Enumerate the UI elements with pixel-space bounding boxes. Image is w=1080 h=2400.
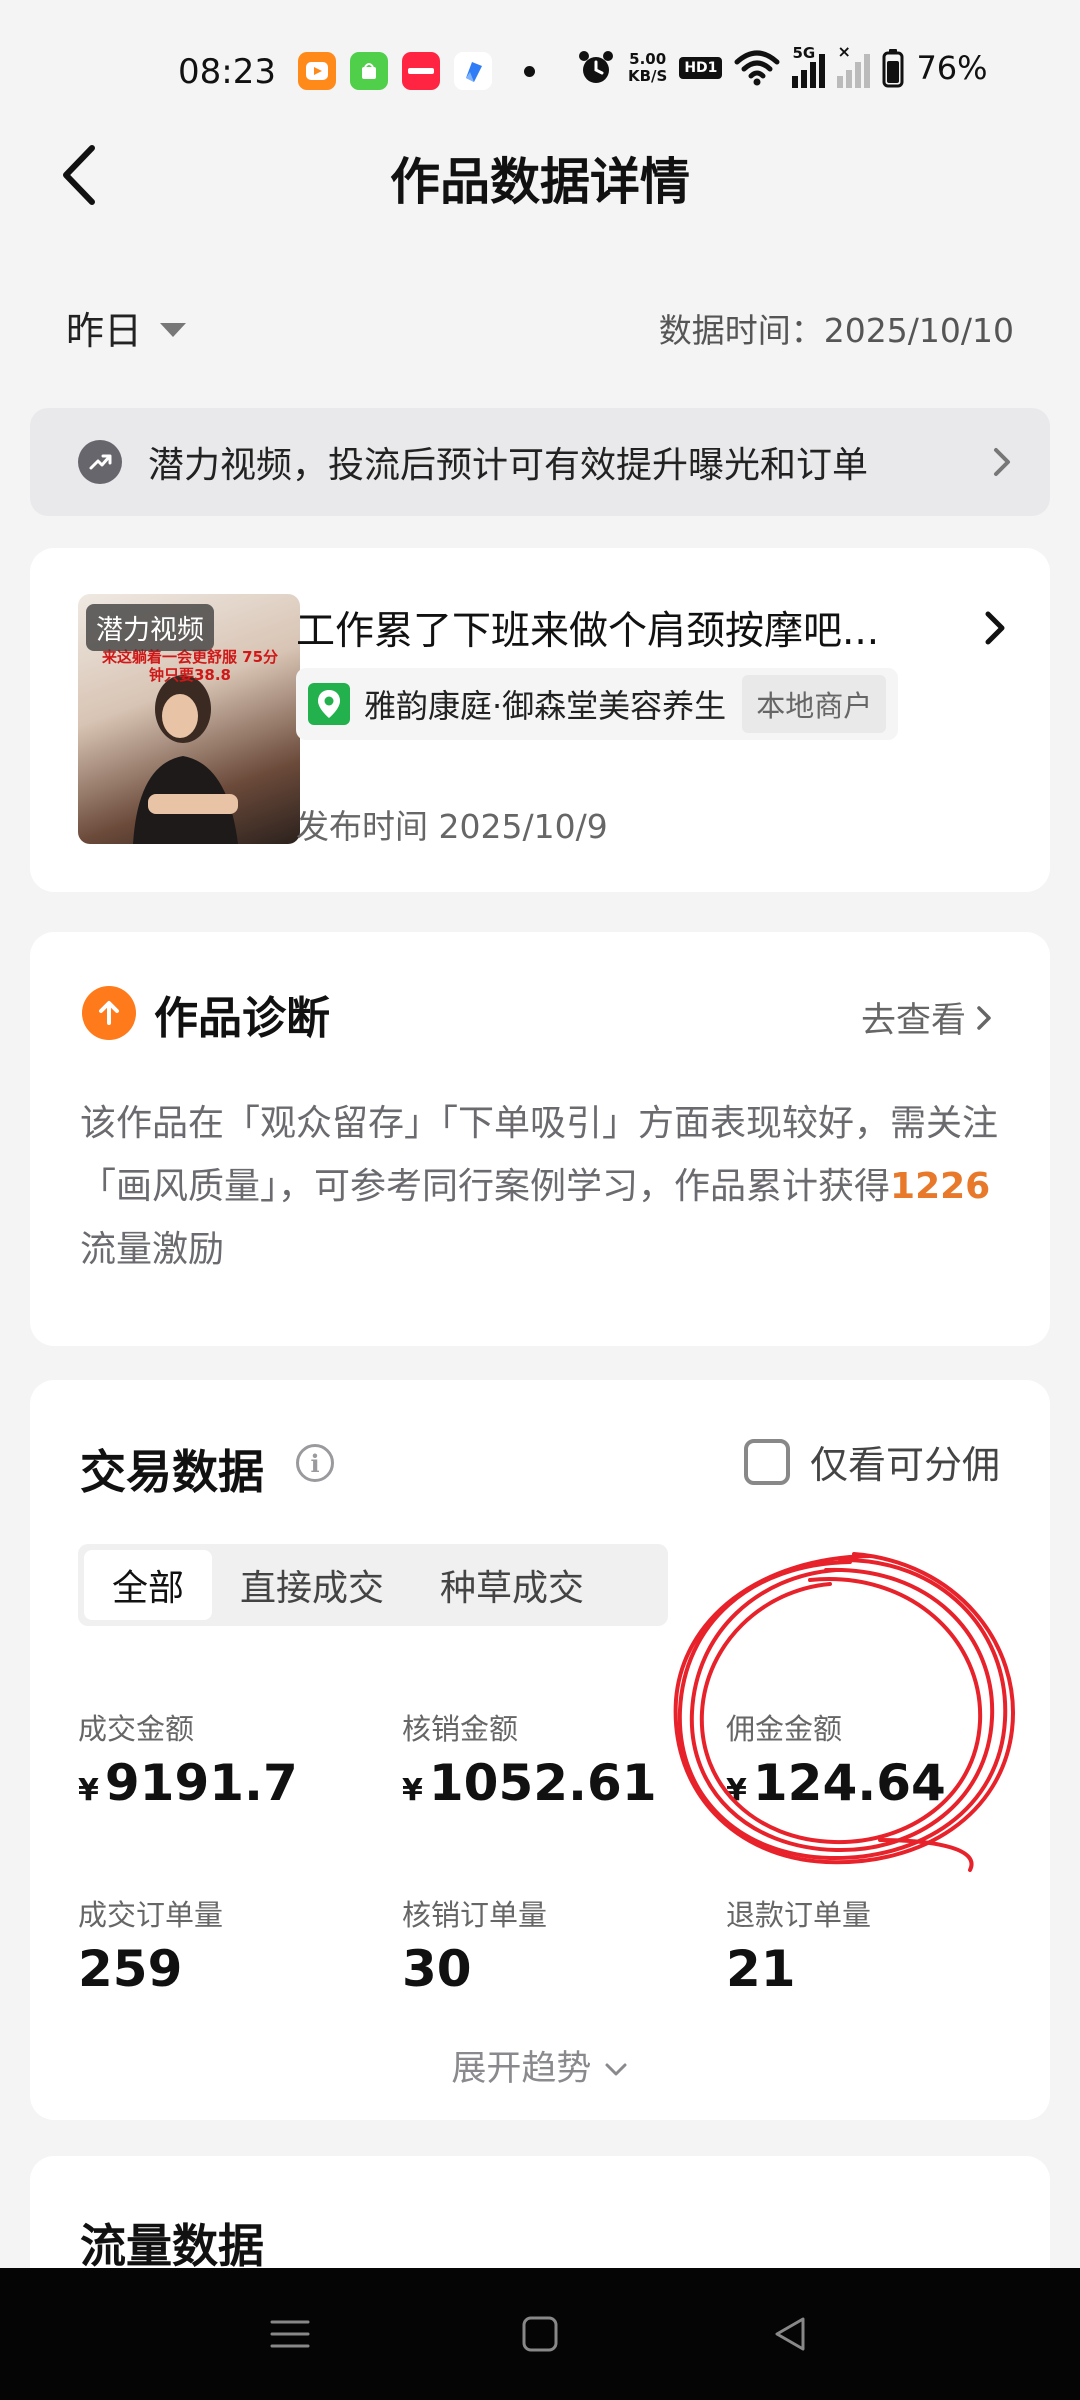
commission-only-checkbox[interactable]: 仅看可分佣	[743, 1434, 1000, 1489]
arrow-up-icon	[82, 986, 136, 1040]
currency-symbol: ¥	[402, 1773, 423, 1808]
banner-text: 潜力视频，投流后预计可有效提升曝光和订单	[148, 445, 869, 486]
metric-label: 成交金额	[78, 1712, 195, 1746]
diagnosis-text: 该作品在「观众留存」「下单吸引」方面表现较好，需关注「画风质量」，可参考同行案例…	[80, 1103, 999, 1207]
diagnosis-title: 作品诊断	[154, 993, 330, 1044]
page-title: 作品数据详情	[390, 153, 690, 211]
diagnosis-text-suffix: 流量激励	[80, 1229, 225, 1270]
poi-location[interactable]: 雅韵康庭·御森堂美容养生 本地商户	[296, 668, 899, 740]
status-bar: 08:23 5.00 KB/S HD1 5G × 76%	[0, 0, 1080, 140]
trade-title: 交易数据	[80, 1445, 264, 1499]
status-app-icons	[298, 52, 535, 90]
alarm-icon	[579, 51, 613, 83]
battery-percent: 76%	[916, 49, 988, 87]
home-square-icon	[522, 2316, 558, 2352]
traffic-title: 流量数据	[80, 2219, 264, 2273]
period-dropdown[interactable]: 昨日	[66, 300, 187, 355]
menu-nav-button[interactable]	[260, 2304, 320, 2364]
metric-commission: 佣金金额 ¥124.64	[726, 1706, 1026, 1812]
tab-all[interactable]: 全部	[84, 1550, 213, 1620]
potential-video-banner[interactable]: 潜力视频，投流后预计可有效提升曝光和订单	[30, 408, 1050, 516]
metric-refund-orders: 退款订单量 21	[726, 1892, 1026, 1998]
period-label: 昨日	[66, 309, 143, 353]
metric-redeemed-amount: 核销金额 ¥1052.61	[402, 1706, 702, 1812]
trend-up-icon	[78, 440, 122, 484]
blue-app-icon	[454, 52, 492, 90]
chevron-down-icon	[605, 2063, 627, 2076]
traffic-incentive-count: 1226	[890, 1166, 991, 1207]
metric-value-row: ¥124.64	[726, 1754, 1026, 1812]
diagnosis-link-label: 去查看	[860, 1001, 966, 1041]
network-speed-unit: KB/S	[628, 67, 668, 85]
currency-symbol: ¥	[726, 1773, 747, 1808]
metric-label: 佣金金额	[726, 1712, 843, 1746]
metric-label: 核销金额	[402, 1712, 519, 1746]
expand-trend-label: 展开趋势	[451, 2049, 592, 2089]
network-speed: 5.00 KB/S	[628, 51, 667, 85]
thumbnail-tag: 潜力视频	[86, 604, 214, 651]
caret-down-icon	[160, 322, 187, 337]
publish-time: 发布时间 2025/10/9	[296, 807, 608, 846]
checkbox-icon	[743, 1438, 790, 1485]
trade-data-card: 交易数据 i 仅看可分佣 全部 直接成交 种草成交 成交金额 ¥9191.7 核…	[30, 1380, 1050, 2120]
back-nav-button[interactable]	[760, 2304, 820, 2364]
signal-5g-icon: 5G	[792, 44, 826, 88]
person-image-icon	[133, 675, 238, 844]
notification-dot-icon	[524, 65, 535, 77]
signal-5g-label: 5G	[792, 44, 816, 62]
currency-symbol: ¥	[78, 1773, 99, 1808]
metric-redeemed-orders: 核销订单量 30	[402, 1892, 702, 1998]
trade-tabs: 全部 直接成交 种草成交	[78, 1544, 668, 1626]
metric-label: 成交订单量	[78, 1898, 224, 1932]
metric-value-row: ¥1052.61	[402, 1754, 702, 1812]
status-right-group: 5.00 KB/S HD1 5G × 76%	[576, 42, 988, 88]
location-pin-icon	[308, 683, 350, 725]
metric-gmv: 成交金额 ¥9191.7	[78, 1706, 378, 1812]
metric-value-row: ¥9191.7	[78, 1754, 378, 1812]
video-app-icon	[298, 52, 336, 90]
metric-label: 退款订单量	[726, 1898, 872, 1932]
tab-direct-deal[interactable]: 直接成交	[212, 1550, 412, 1620]
expand-trend-button[interactable]: 展开趋势	[30, 2040, 1050, 2091]
chevron-right-icon	[977, 1005, 991, 1030]
video-title: 工作累了下班来做个肩颈按摩吧...	[296, 609, 880, 654]
battery-icon	[882, 49, 904, 88]
metric-value: 124.64	[752, 1754, 946, 1812]
diagnosis-card: 作品诊断 去查看 该作品在「观众留存」「下单吸引」方面表现较好，需关注「画风质量…	[30, 932, 1050, 1346]
metric-label: 核销订单量	[402, 1898, 548, 1932]
status-time: 08:23	[178, 52, 276, 92]
xiaohongshu-icon	[402, 52, 440, 90]
tab-seeding-deal[interactable]: 种草成交	[412, 1550, 612, 1620]
system-nav-bar	[0, 2268, 1080, 2400]
home-nav-button[interactable]	[510, 2304, 570, 2364]
diagnosis-body: 该作品在「观众留存」「下单吸引」方面表现较好，需关注「画风质量」，可参考同行案例…	[80, 1092, 1000, 1281]
diagnosis-view-link[interactable]: 去查看	[861, 992, 994, 1043]
video-card[interactable]: 来这躺着一会更舒服 75分钟只要38.8 潜力视频 工作累了下班来做个肩颈按摩吧…	[30, 548, 1050, 892]
metric-orders: 成交订单量 259	[78, 1892, 378, 1998]
poi-name: 雅韵康庭·御森堂美容养生	[364, 687, 727, 725]
info-icon[interactable]: i	[296, 1444, 334, 1482]
chevron-right-icon	[985, 611, 1005, 645]
metric-value: 30	[402, 1940, 472, 1998]
hd-voice-icon: HD1	[679, 57, 723, 79]
metric-value: 9191.7	[104, 1754, 298, 1812]
menu-icon	[270, 2320, 310, 2348]
checkbox-label: 仅看可分佣	[809, 1443, 1000, 1487]
wifi-icon	[734, 50, 780, 86]
poi-tag: 本地商户	[742, 675, 887, 733]
metric-value: 259	[78, 1940, 183, 1998]
video-thumbnail[interactable]: 来这躺着一会更舒服 75分钟只要38.8 潜力视频	[78, 594, 300, 844]
green-app-icon	[350, 52, 388, 90]
network-speed-value: 5.00	[629, 50, 667, 68]
thumbnail-caption: 来这躺着一会更舒服 75分钟只要38.8	[101, 648, 279, 684]
metric-value: 1052.61	[428, 1754, 657, 1812]
signal-sim2-icon: ×	[837, 42, 871, 88]
back-triangle-icon	[775, 2317, 805, 2351]
data-time: 数据时间：2025/10/10	[658, 311, 1014, 350]
chevron-right-icon	[994, 448, 1010, 476]
metric-value: 21	[726, 1940, 796, 1998]
